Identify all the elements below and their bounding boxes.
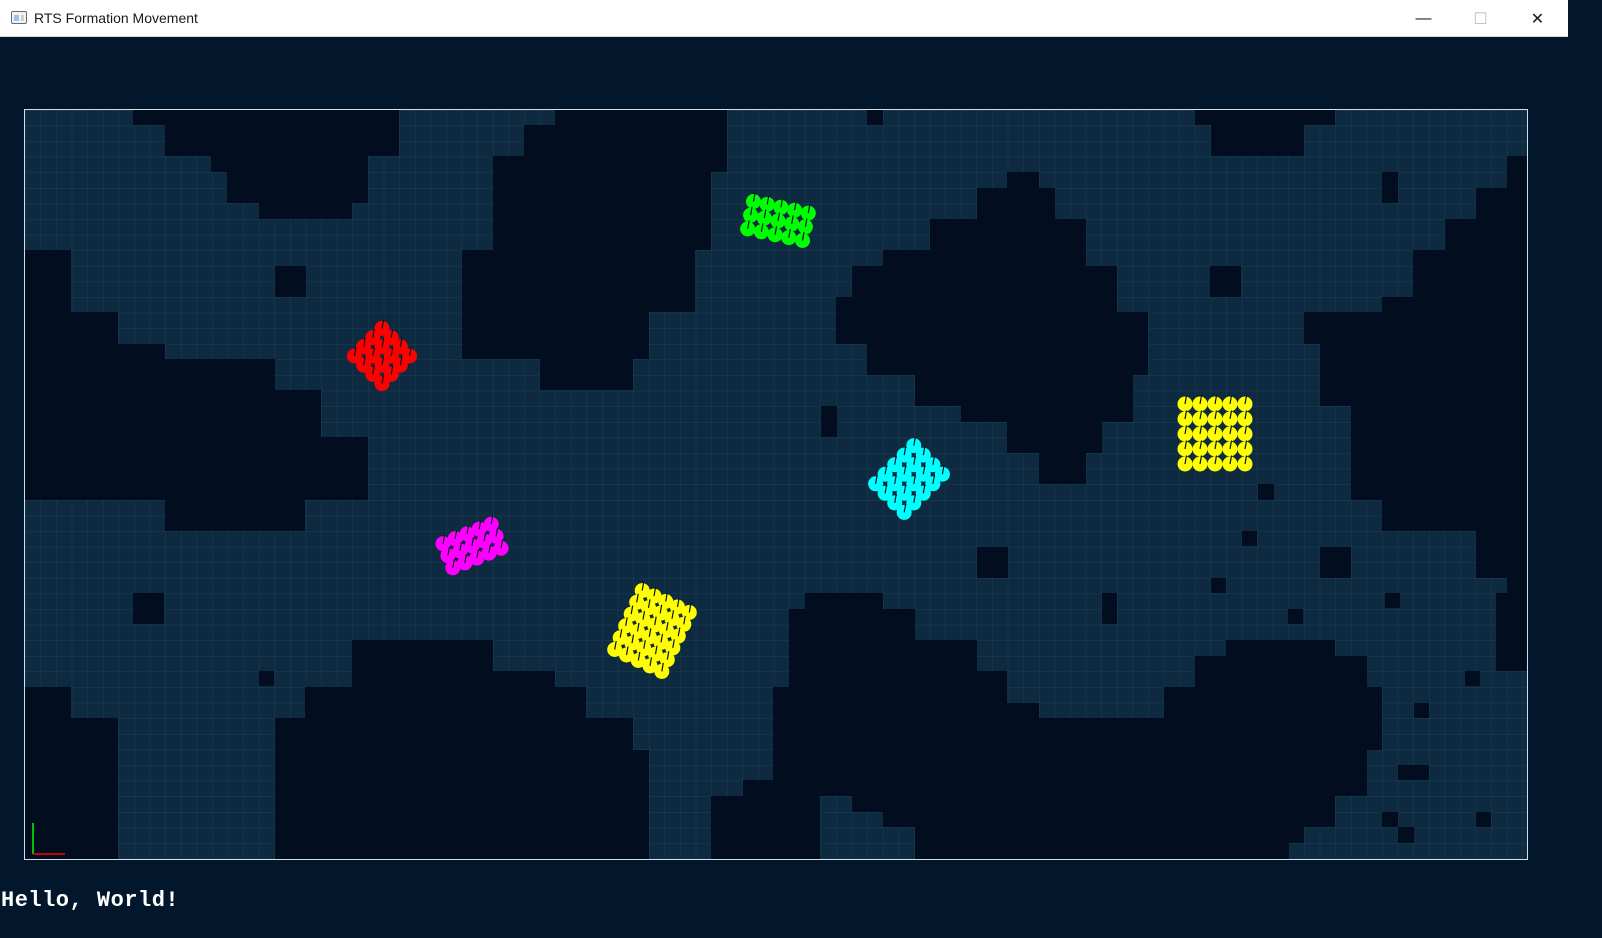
- obstacle-block: [1398, 765, 1429, 780]
- obstacle-block: [1382, 172, 1398, 203]
- title-bar[interactable]: RTS Formation Movement — ☐ ✕: [0, 0, 1568, 37]
- obstacle-block: [821, 406, 837, 437]
- status-text: Hello, World!: [1, 888, 180, 913]
- unit-body: [896, 504, 912, 520]
- obstacle-block: [1382, 812, 1398, 827]
- obstacle-block: [1465, 671, 1480, 686]
- obstacle-block: [745, 827, 775, 859]
- obstacle-block: [1398, 827, 1414, 843]
- obstacle-block: [977, 547, 1008, 578]
- unit-body: [756, 210, 772, 226]
- obstacle-block: [1211, 578, 1226, 593]
- window-title: RTS Formation Movement: [34, 10, 198, 26]
- obstacle-block: [259, 671, 274, 686]
- app-window-icon: [11, 11, 27, 24]
- obstacle-block: [1385, 593, 1400, 608]
- obstacle-block: [1320, 547, 1351, 578]
- obstacle-block: [275, 266, 306, 297]
- maximize-button[interactable]: ☐: [1452, 0, 1509, 37]
- obstacle-block: [133, 593, 164, 624]
- obstacle-block: [867, 110, 883, 125]
- minimize-button[interactable]: —: [1395, 0, 1452, 37]
- obstacle-block: [1210, 266, 1241, 297]
- obstacle-block: [1414, 703, 1429, 718]
- world-map[interactable]: [25, 110, 1527, 859]
- obstacle-block: [1102, 593, 1117, 624]
- obstacle-block: [1242, 531, 1257, 546]
- game-viewport[interactable]: [24, 109, 1528, 860]
- unit-body: [781, 230, 797, 246]
- close-button[interactable]: ✕: [1509, 0, 1566, 37]
- obstacle-block: [1288, 609, 1303, 624]
- obstacle-block: [1258, 484, 1274, 500]
- unit-formation[interactable]: [1177, 395, 1253, 472]
- obstacle-block: [1476, 812, 1491, 827]
- unit-body: [800, 205, 816, 221]
